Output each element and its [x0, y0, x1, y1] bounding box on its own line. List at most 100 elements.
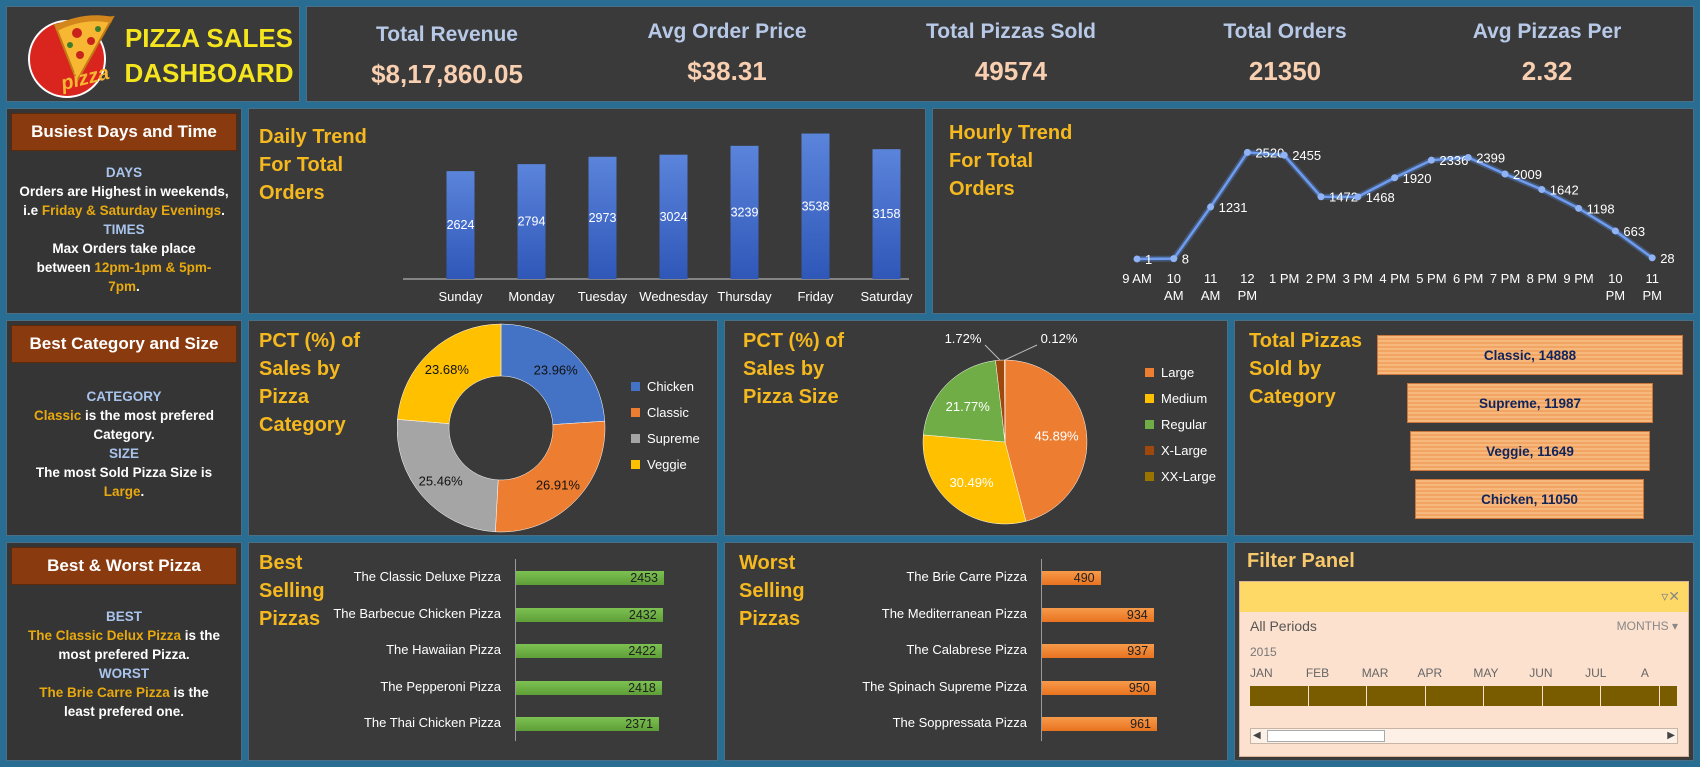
category-title: Best Category and Size [11, 325, 237, 363]
data-label: 3024 [660, 210, 688, 224]
tick-label: 11 [1645, 271, 1659, 286]
data-label: 3538 [802, 199, 830, 213]
category-text-1: Classic is the most prefered [33, 408, 215, 423]
data-point [1354, 193, 1362, 201]
data-point [1464, 154, 1472, 162]
data-point [1317, 193, 1325, 201]
scrollbar-thumb[interactable] [1267, 730, 1385, 742]
tick-label: 10 [1608, 271, 1622, 286]
size-label: SIZE [108, 446, 139, 461]
tick-label: 10 [1167, 271, 1181, 286]
data-label: 23.96% [534, 363, 579, 378]
category-label: CATEGORY [86, 389, 162, 404]
slicer-timeline-bar[interactable] [1250, 686, 1678, 706]
size-pct-title: PCT (%) of Sales by Pizza Size [743, 330, 845, 408]
data-label: 28 [1660, 251, 1674, 266]
triangle-left-icon[interactable]: ◀ [1253, 729, 1261, 743]
times-text-1: Max Orders take place [52, 241, 196, 256]
days-text-2: i.e Friday & Saturday Evenings. [23, 203, 225, 218]
month-cell[interactable] [1308, 686, 1368, 706]
legend-swatch [631, 407, 640, 417]
tick-label: 6 PM [1453, 271, 1483, 286]
size-text: The most Sold Pizza Size is [35, 465, 213, 480]
worst-selling-panel: Worst Selling Pizzas The Brie Carre Pizza 4… [724, 542, 1228, 761]
slicer-period-row: All Periods MONTHS ▾ [1240, 612, 1688, 640]
tick-label: PM [1606, 288, 1626, 303]
bar: 950 [1042, 680, 1156, 695]
category-donut-chart: 23.96% 26.91% 25.46% 23.68% [397, 323, 606, 533]
data-label: 2009 [1513, 167, 1542, 182]
bar: 2422 [516, 644, 663, 658]
bar: 934 [1042, 607, 1154, 622]
bar-label: The Spinach Supreme Pizza [862, 678, 1027, 694]
best-text-2: most prefered Pizza. [58, 647, 190, 662]
data-label: 3239 [731, 205, 759, 219]
data-point [1501, 170, 1509, 178]
period-unit-dropdown[interactable]: MONTHS ▾ [1617, 619, 1678, 633]
size-legend: Large Medium Regular X-Large XX-Large [1145, 359, 1216, 489]
category-bar-classic: Classic, 14888 [1377, 335, 1683, 375]
month-label: MAY [1473, 666, 1499, 680]
tick-label: 9 AM [1122, 271, 1152, 286]
month-label: A [1640, 666, 1649, 680]
data-point [1243, 148, 1251, 156]
category-bar-supreme: Supreme, 11987 [1407, 383, 1653, 423]
month-cell[interactable] [1542, 686, 1602, 706]
legend-item: X-Large [1145, 437, 1216, 463]
bar-label: The Soppressata Pizza [892, 715, 1027, 730]
timeline-slicer[interactable]: ▿✕ All Periods MONTHS ▾ 2015 JAN FEB MAR AP… [1239, 581, 1689, 757]
best-selling-chart: The Classic Deluxe Pizza 2453 The Barbecue… [249, 543, 719, 762]
daily-trend-chart: 2624 Sunday 2794 Monday 2973 Tuesday 3024 Wedne… [403, 133, 913, 304]
tick-label: AM [1201, 288, 1221, 303]
slicer-months: JAN FEB MAR APR MAY JUN JUL A [1240, 664, 1688, 686]
tick-label: 3 PM [1343, 271, 1373, 286]
month-label: FEB [1305, 666, 1330, 680]
bar: 961 [1042, 717, 1157, 731]
legend-item: Chicken [631, 373, 700, 399]
kpi-avg-pizzas-per: Avg Pizzas Per 2.32 [1472, 20, 1622, 86]
month-cell[interactable] [1250, 686, 1309, 706]
filter-panel: Filter Panel ▿✕ All Periods MONTHS ▾ 201… [1234, 542, 1694, 761]
bar: 2418 [516, 680, 662, 695]
best-label: BEST [105, 609, 142, 624]
category-legend: Chicken Classic Supreme Veggie [631, 373, 700, 477]
data-point [1427, 156, 1435, 164]
data-label: 2624 [447, 218, 475, 232]
size-pie-chart: 45.89% 30.49% 21.77% 1.72% 0.12% [922, 331, 1088, 525]
legend-swatch [631, 459, 640, 469]
month-cell[interactable] [1601, 686, 1660, 706]
tick-label: Friday [797, 289, 834, 304]
month-cell[interactable] [1484, 686, 1543, 706]
bar: 2432 [516, 607, 663, 622]
data-point [1575, 204, 1583, 212]
bar-label: The Brie Carre Pizza [906, 569, 1027, 584]
data-point [1170, 255, 1178, 263]
tick-label: 8 PM [1527, 271, 1557, 286]
tick-label: 7 PM [1490, 271, 1520, 286]
data-point [1611, 227, 1619, 235]
bestworst-panel: Best & Worst Pizza BEST The Classic Delu… [6, 542, 242, 761]
worst-text-2: least prefered one. [63, 704, 185, 719]
bar-label: The Hawaiian Pizza [386, 642, 501, 657]
slicer-year: 2015 [1250, 645, 1277, 659]
month-cell[interactable] [1659, 686, 1678, 706]
month-label: JUL [1585, 666, 1607, 680]
data-label: 30.49% [949, 475, 994, 490]
busiest-title: Busiest Days and Time [11, 113, 237, 151]
month-cell[interactable] [1367, 686, 1426, 706]
triangle-right-icon[interactable]: ▶ [1667, 729, 1675, 743]
bar: 937 [1042, 644, 1155, 658]
bar: 2371 [516, 717, 660, 731]
data-label: 1472 [1329, 190, 1358, 205]
data-point [1391, 174, 1399, 182]
tick-label: 1 PM [1269, 271, 1299, 286]
tick-label: Sunday [438, 289, 483, 304]
tick-label: 12 [1240, 271, 1254, 286]
slicer-scrollbar[interactable]: ◀ ▶ [1250, 728, 1678, 744]
tick-label: 9 PM [1563, 271, 1593, 286]
data-label: 663 [1623, 224, 1645, 239]
size-pct-panel: PCT (%) of Sales by Pizza Size 45.89% 30.49… [724, 320, 1228, 536]
clear-filter-icon[interactable]: ▿✕ [1661, 588, 1680, 605]
slicer-header: ▿✕ [1240, 582, 1688, 612]
month-cell[interactable] [1425, 686, 1485, 706]
